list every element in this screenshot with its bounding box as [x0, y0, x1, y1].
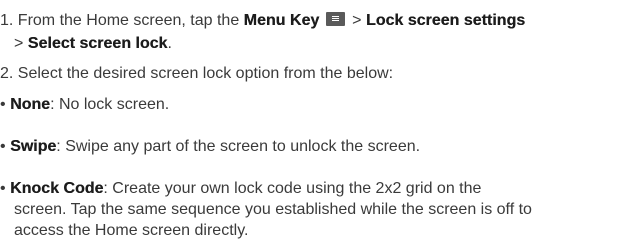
option-knock-code-desc-2: screen. Tap the same sequence you establ… [14, 201, 532, 218]
select-screen-lock-label: Select screen lock [27, 35, 168, 52]
step-1-number: 1. [0, 12, 14, 29]
option-none: • None: No lock screen. [0, 94, 169, 116]
option-knock-code-line-2: screen. Tap the same sequence you establ… [14, 199, 532, 221]
separator-1: > [347, 12, 366, 29]
menu-key-icon [325, 12, 345, 26]
step-2-line: 2. Select the desired screen lock option… [0, 63, 393, 85]
option-swipe-name: Swipe [10, 138, 57, 155]
option-knock-code-name: Knock Code [10, 180, 104, 197]
bullet: • [0, 180, 6, 197]
step-1-line-1: 1. From the Home screen, tap the Menu Ke… [0, 10, 525, 32]
step-1-end: . [167, 35, 172, 52]
separator-2: > [14, 35, 28, 52]
option-knock-code-desc-1: : Create your own lock code using the 2x… [103, 180, 482, 197]
option-swipe-desc: : Swipe any part of the screen to unlock… [56, 138, 421, 155]
step-1-line-2: > Select screen lock. [14, 33, 172, 55]
menu-key-label: Menu Key [243, 12, 320, 29]
step-1-intro: From the Home screen, tap the [17, 12, 244, 29]
option-knock-code-desc-3: access the Home screen directly. [14, 222, 249, 239]
option-knock-code-line-1: • Knock Code: Create your own lock code … [0, 178, 481, 200]
option-none-desc: : No lock screen. [50, 96, 170, 113]
option-swipe: • Swipe: Swipe any part of the screen to… [0, 136, 420, 158]
step-2-text: 2. Select the desired screen lock option… [0, 65, 394, 82]
bullet: • [0, 138, 6, 155]
bullet: • [0, 96, 6, 113]
option-knock-code-line-3: access the Home screen directly. [14, 220, 248, 242]
lock-screen-settings-label: Lock screen settings [365, 12, 526, 29]
option-none-name: None [10, 96, 51, 113]
